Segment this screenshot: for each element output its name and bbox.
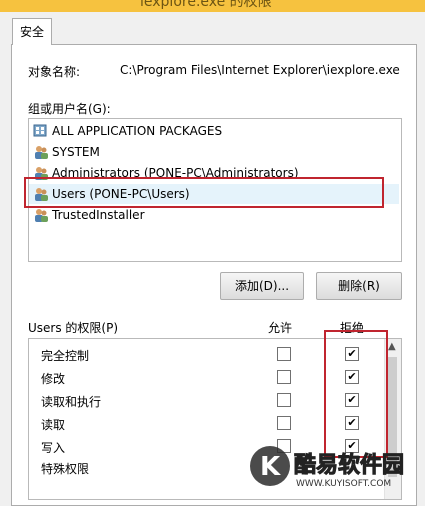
groups-label: 组或用户名(G): (28, 102, 111, 116)
list-item-label: Users (PONE-PC\Users) (52, 187, 190, 201)
deny-checkbox[interactable]: ✔ (345, 393, 359, 407)
svg-text:K: K (260, 452, 281, 482)
users-icon (33, 144, 49, 160)
allow-checkbox[interactable] (277, 370, 291, 384)
deny-checkbox[interactable]: ✔ (345, 347, 359, 361)
list-item[interactable]: SYSTEM (33, 142, 100, 162)
watermark-text: 酷易软件园 (294, 452, 404, 478)
remove-button[interactable]: 删除(R) (316, 272, 402, 300)
users-icon (33, 186, 49, 202)
list-item[interactable]: ALL APPLICATION PACKAGES (33, 121, 222, 141)
permission-name: 读取 (41, 418, 66, 432)
list-item[interactable]: Administrators (PONE-PC\Administrators) (33, 163, 299, 183)
list-item-label: TrustedInstaller (52, 208, 145, 222)
list-item[interactable]: TrustedInstaller (33, 205, 145, 225)
permission-row: 完全控制 ✔ (29, 344, 385, 367)
window-title: iexplore.exe 的权限 (140, 0, 272, 10)
allow-header: 允许 (268, 321, 293, 335)
watermark-logo: K 酷易软件园 WWW.KUYISOFT.COM (248, 440, 425, 492)
permission-row: 读取 ✔ (29, 413, 385, 436)
permission-name: 写入 (41, 441, 66, 455)
allow-checkbox[interactable] (277, 347, 291, 361)
tab-security[interactable]: 安全 (12, 18, 52, 45)
permission-row: 修改 ✔ (29, 367, 385, 390)
deny-checkbox[interactable]: ✔ (345, 370, 359, 384)
title-bar: iexplore.exe 的权限 (0, 0, 425, 12)
list-item-label: Administrators (PONE-PC\Administrators) (52, 166, 299, 180)
watermark-url: WWW.KUYISOFT.COM (296, 479, 391, 489)
permission-row: 读取和执行 ✔ (29, 390, 385, 413)
list-item-label: SYSTEM (52, 145, 100, 159)
users-icon (33, 207, 49, 223)
scroll-up-icon[interactable]: ▲ (388, 341, 396, 352)
allow-checkbox[interactable] (277, 416, 291, 430)
permission-name: 读取和执行 (41, 395, 102, 409)
packages-icon (33, 123, 49, 139)
list-item-selected[interactable]: Users (PONE-PC\Users) (29, 184, 399, 204)
list-item-label: ALL APPLICATION PACKAGES (52, 124, 223, 138)
object-name-label: 对象名称: (28, 65, 81, 79)
groups-listbox[interactable]: ALL APPLICATION PACKAGES SYSTEM Administ… (28, 118, 402, 262)
permissions-label: Users 的权限(P) (28, 321, 119, 335)
permission-name: 完全控制 (41, 349, 90, 363)
permission-name: 修改 (41, 372, 66, 386)
deny-header: 拒绝 (340, 321, 365, 335)
permission-name: 特殊权限 (41, 462, 90, 476)
deny-checkbox[interactable]: ✔ (345, 416, 359, 430)
object-name-value: C:\Program Files\Internet Explorer\iexpl… (120, 63, 400, 77)
add-button[interactable]: 添加(D)... (220, 272, 304, 300)
users-icon (33, 165, 49, 181)
allow-checkbox[interactable] (277, 393, 291, 407)
